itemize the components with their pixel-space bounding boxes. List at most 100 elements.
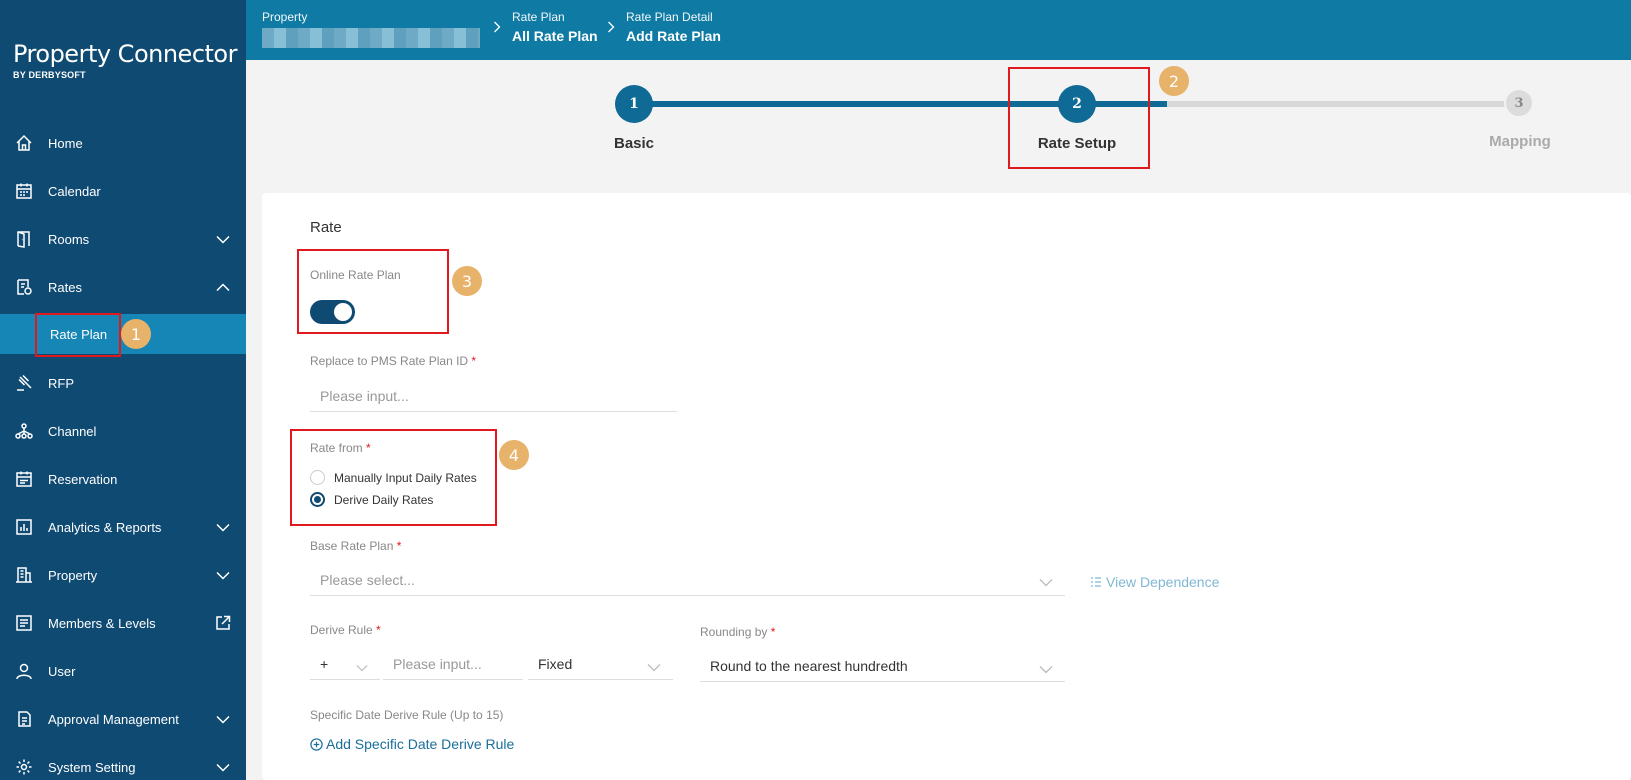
chevron-down-icon[interactable]	[214, 518, 232, 536]
sidebar-item-system-setting[interactable]: System Setting	[0, 747, 246, 780]
derive-rule-label: Derive Rule *	[310, 623, 381, 637]
highlight-box-online-rate-plan	[297, 249, 449, 334]
breadcrumb-rate-plan[interactable]: Rate Plan All Rate Plan	[512, 10, 598, 44]
sidebar-item-label: Property	[48, 567, 98, 583]
external-link-icon[interactable]	[214, 614, 232, 632]
chevron-up-icon[interactable]	[214, 278, 232, 296]
brand-title: Property Connector	[13, 40, 237, 68]
chevron-down-icon	[647, 659, 661, 677]
step-badge: 1	[121, 319, 151, 349]
gavel-icon	[14, 373, 34, 393]
plus-circle-icon	[310, 737, 323, 751]
sidebar-item-label: Calendar	[48, 183, 101, 199]
step-badge: 2	[1159, 66, 1189, 96]
breadcrumb-label: Rate Plan	[512, 10, 565, 24]
sidebar-item-analytics[interactable]: Analytics & Reports	[0, 507, 246, 547]
sidebar-item-label: Channel	[48, 423, 97, 439]
sidebar-item-rfp[interactable]: RFP	[0, 363, 246, 403]
chevron-down-icon[interactable]	[214, 566, 232, 584]
chevron-down-icon	[1039, 661, 1053, 679]
sidebar-item-property[interactable]: Property	[0, 555, 246, 595]
required-mark: *	[376, 623, 381, 637]
sidebar-item-home[interactable]: Home	[0, 123, 246, 163]
step-1-circle[interactable]: 1	[615, 85, 653, 123]
list-icon	[1090, 576, 1102, 588]
top-header: Property Rate Plan All Rate Plan Rate Pl…	[246, 0, 1631, 60]
rounding-select[interactable]: Round to the nearest hundredth	[700, 650, 1065, 682]
calendar-icon	[14, 181, 34, 201]
rounding-label-text: Rounding by	[700, 625, 768, 639]
sidebar-item-channel[interactable]: Channel	[0, 411, 246, 451]
sidebar-item-user[interactable]: User	[0, 651, 246, 691]
sidebar-item-label: Rates	[48, 279, 82, 295]
required-mark: *	[770, 625, 776, 639]
replace-pms-label-text: Replace to PMS Rate Plan ID	[310, 354, 469, 368]
sidebar-item-rooms[interactable]: Rooms	[0, 219, 246, 259]
rounding-label: Rounding by *	[700, 625, 775, 639]
sidebar-item-label: Analytics & Reports	[48, 519, 162, 535]
sidebar-item-label: Approval Management	[48, 711, 179, 727]
view-dependence-text: View Dependence	[1106, 574, 1220, 590]
required-mark: *	[396, 539, 402, 553]
brand-subtitle: BY DERBYSOFT	[13, 70, 86, 80]
sidebar-item-rates[interactable]: Rates	[0, 267, 246, 307]
highlight-box-rate-plan	[35, 313, 121, 357]
view-dependence-link[interactable]: View Dependence	[1090, 574, 1219, 590]
sidebar-item-label: Home	[48, 135, 83, 151]
chevron-right-icon	[607, 20, 615, 36]
members-icon	[14, 613, 34, 633]
step-badge: 4	[499, 440, 529, 470]
step-badge: 3	[452, 266, 482, 296]
base-rate-plan-label: Base Rate Plan *	[310, 539, 401, 553]
derive-value-input[interactable]: Please input...	[383, 648, 523, 680]
breadcrumb-label: Property	[262, 10, 308, 24]
sidebar-item-label: System Setting	[48, 759, 136, 775]
reservation-icon	[14, 469, 34, 489]
specific-date-label: Specific Date Derive Rule (Up to 15)	[310, 708, 504, 722]
sidebar-item-label: User	[48, 663, 76, 679]
replace-pms-input[interactable]: Please input...	[310, 380, 677, 412]
sidebar-item-approval[interactable]: Approval Management	[0, 699, 246, 739]
network-icon	[14, 421, 34, 441]
sidebar-item-label: Reservation	[48, 471, 118, 487]
breadcrumb-value: All Rate Plan	[512, 28, 598, 44]
approval-icon	[14, 709, 34, 729]
breadcrumb-label: Rate Plan Detail	[626, 10, 713, 24]
building-icon	[14, 565, 34, 585]
sidebar-item-label: RFP	[48, 375, 74, 391]
sidebar: Property Connector BY DERBYSOFT Home Cal…	[0, 0, 246, 780]
sidebar-item-calendar[interactable]: Calendar	[0, 171, 246, 211]
rates-icon	[14, 277, 34, 297]
step-3-label: Mapping	[1489, 133, 1551, 150]
highlight-box-rate-from	[290, 429, 497, 526]
breadcrumb-rate-plan-detail: Rate Plan Detail Add Rate Plan	[626, 10, 721, 44]
base-rate-plan-select[interactable]: Please select...	[310, 564, 1065, 596]
derive-operator-select[interactable]: +	[310, 648, 380, 680]
user-icon	[14, 661, 34, 681]
chart-icon	[14, 517, 34, 537]
step-1-label: Basic	[613, 135, 655, 152]
step-3-circle[interactable]: 3	[1504, 88, 1534, 118]
sidebar-item-members[interactable]: Members & Levels	[0, 603, 246, 643]
breadcrumb-property[interactable]: Property	[262, 10, 480, 48]
chevron-down-icon[interactable]	[214, 710, 232, 728]
chevron-down-icon	[356, 659, 368, 677]
chevron-down-icon[interactable]	[214, 230, 232, 248]
home-icon	[14, 133, 34, 153]
base-rate-plan-label-text: Base Rate Plan	[310, 539, 394, 553]
replace-pms-label: Replace to PMS Rate Plan ID *	[310, 354, 476, 368]
section-title: Rate	[310, 219, 342, 236]
chevron-down-icon	[1039, 574, 1053, 592]
chevron-right-icon	[493, 20, 501, 36]
sidebar-item-reservation[interactable]: Reservation	[0, 459, 246, 499]
door-icon	[14, 229, 34, 249]
breadcrumb-value: Add Rate Plan	[626, 28, 721, 44]
sidebar-item-label: Rooms	[48, 231, 90, 247]
add-specific-date-link[interactable]: Add Specific Date Derive Rule	[310, 736, 514, 752]
gear-icon	[14, 757, 34, 777]
sidebar-item-label: Members & Levels	[48, 615, 156, 631]
property-name-redacted	[262, 28, 480, 48]
stepper-progress-todo	[1167, 101, 1519, 107]
chevron-down-icon[interactable]	[214, 758, 232, 776]
brand-logo[interactable]: Property Connector BY DERBYSOFT	[13, 40, 237, 80]
